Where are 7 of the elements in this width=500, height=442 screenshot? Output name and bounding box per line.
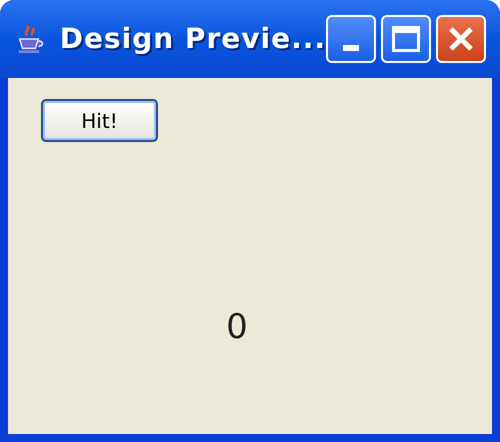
hit-button[interactable]: Hit! — [41, 99, 158, 142]
window-title: Design Previe... — [60, 21, 326, 57]
maximize-button[interactable] — [381, 15, 431, 63]
close-icon — [447, 25, 475, 53]
minimize-button[interactable] — [326, 15, 376, 63]
close-button[interactable] — [436, 15, 486, 63]
counter-value: 0 — [226, 306, 248, 349]
